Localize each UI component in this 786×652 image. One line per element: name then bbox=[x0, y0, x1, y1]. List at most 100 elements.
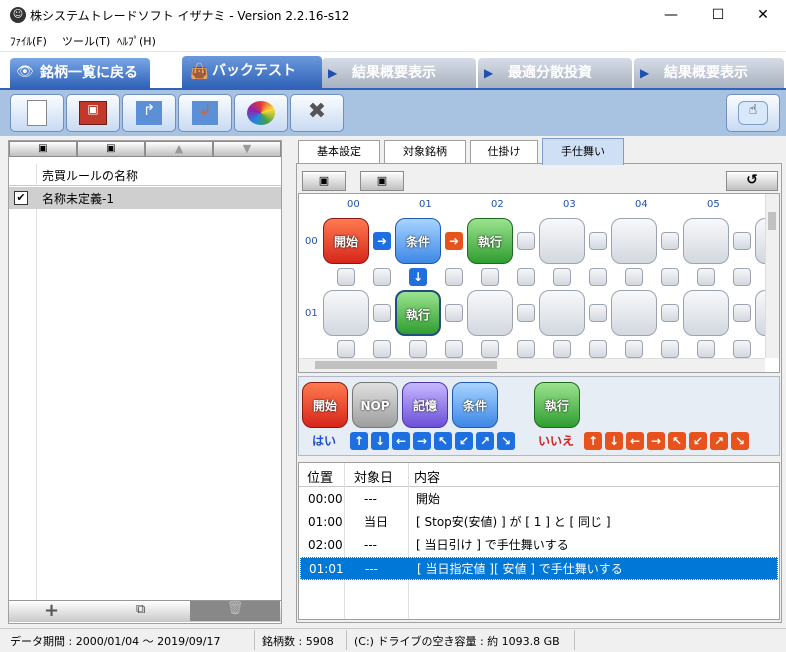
arrow-right-icon[interactable]: → bbox=[647, 432, 665, 450]
node-execute[interactable]: 執行 bbox=[467, 218, 513, 264]
grid-slot[interactable] bbox=[661, 232, 679, 250]
grid-slot[interactable] bbox=[467, 290, 513, 336]
palette-button[interactable] bbox=[234, 94, 288, 132]
grid-slot[interactable] bbox=[481, 340, 499, 358]
grid-slot[interactable] bbox=[611, 290, 657, 336]
tab-target-stocks[interactable]: 対象銘柄 bbox=[384, 140, 466, 164]
arrow-down-right-icon[interactable]: ↘ bbox=[731, 432, 749, 450]
grid-load-button[interactable]: ▣ bbox=[360, 171, 404, 191]
tab-optimal-allocation[interactable]: 最適分散投資 bbox=[478, 58, 632, 88]
arrow-left-icon[interactable]: ← bbox=[626, 432, 644, 450]
arrow-up-right-icon[interactable]: ↗ bbox=[476, 432, 494, 450]
grid-slot[interactable] bbox=[337, 340, 355, 358]
refresh-button[interactable]: ↺ bbox=[726, 171, 778, 191]
grid-slot[interactable] bbox=[683, 218, 729, 264]
grid-slot[interactable] bbox=[373, 340, 391, 358]
help-button[interactable]: ☝ bbox=[726, 94, 780, 132]
grid-slot[interactable] bbox=[481, 268, 499, 286]
table-row[interactable]: 01:00 当日 [ Stop安(安値) ] が [ 1 ] と [ 同じ ] bbox=[300, 511, 778, 534]
grid-slot[interactable] bbox=[589, 232, 607, 250]
grid-slot[interactable] bbox=[373, 304, 391, 322]
tools-button[interactable]: ✖ bbox=[290, 94, 344, 132]
grid-slot[interactable] bbox=[661, 268, 679, 286]
grid-slot[interactable] bbox=[589, 268, 607, 286]
palette-start[interactable]: 開始 bbox=[302, 382, 348, 428]
new-button[interactable] bbox=[10, 94, 64, 132]
grid-slot[interactable] bbox=[683, 290, 729, 336]
flow-grid[interactable]: 00 01 02 03 04 05 00 01 開始 ➜ 条件 ➜ 執行 ↓ 執… bbox=[298, 193, 780, 373]
arrow-up-right-icon[interactable]: ↗ bbox=[710, 432, 728, 450]
grid-slot[interactable] bbox=[697, 268, 715, 286]
scroll-thumb[interactable] bbox=[768, 212, 776, 230]
grid-slot[interactable] bbox=[589, 340, 607, 358]
grid-slot[interactable] bbox=[445, 268, 463, 286]
grid-slot[interactable] bbox=[733, 340, 751, 358]
maximize-button[interactable]: ☐ bbox=[695, 0, 741, 30]
menu-tools[interactable]: ツール(T) bbox=[62, 33, 110, 49]
grid-slot[interactable] bbox=[553, 340, 571, 358]
grid-slot[interactable] bbox=[323, 290, 369, 336]
close-button[interactable]: ✕ bbox=[740, 0, 786, 30]
arrow-down-left-icon[interactable]: ↙ bbox=[689, 432, 707, 450]
grid-slot[interactable] bbox=[661, 340, 679, 358]
arrow-up-left-icon[interactable]: ↖ bbox=[668, 432, 686, 450]
grid-save-button[interactable]: ▣ bbox=[302, 171, 346, 191]
grid-slot[interactable] bbox=[733, 304, 751, 322]
grid-slot[interactable] bbox=[539, 218, 585, 264]
grid-slot[interactable] bbox=[517, 268, 535, 286]
move-down-button[interactable]: ▼ bbox=[213, 141, 281, 157]
arrow-up-icon[interactable]: ↑ bbox=[584, 432, 602, 450]
grid-slot[interactable] bbox=[445, 304, 463, 322]
node-condition[interactable]: 条件 bbox=[395, 218, 441, 264]
rule-checkbox[interactable]: ✔ bbox=[14, 191, 28, 205]
scroll-thumb[interactable] bbox=[315, 361, 497, 369]
tab-result-summary[interactable]: 結果概要表示 bbox=[322, 58, 476, 88]
arrow-right-icon[interactable]: → bbox=[413, 432, 431, 450]
menu-file[interactable]: ﾌｧｲﾙ(F) bbox=[10, 33, 47, 49]
grid-slot[interactable] bbox=[553, 268, 571, 286]
grid-slot[interactable] bbox=[611, 218, 657, 264]
grid-slot[interactable] bbox=[337, 268, 355, 286]
menu-help[interactable]: ﾍﾙﾌﾟ(H) bbox=[117, 33, 156, 49]
grid-slot[interactable] bbox=[409, 340, 427, 358]
copy-rule-button[interactable]: ⧉ bbox=[136, 602, 145, 617]
grid-slot[interactable] bbox=[661, 304, 679, 322]
arrow-down-right-icon[interactable]: ↘ bbox=[497, 432, 515, 450]
minimize-button[interactable]: — bbox=[648, 0, 694, 30]
tab-exit[interactable]: 手仕舞い bbox=[542, 138, 624, 165]
tab-basic-settings[interactable]: 基本設定 bbox=[298, 140, 380, 164]
arrow-down-icon[interactable]: ↓ bbox=[371, 432, 389, 450]
node-execute-selected[interactable]: 執行 bbox=[395, 290, 441, 336]
tab-entry[interactable]: 仕掛け bbox=[470, 140, 538, 164]
grid-slot[interactable] bbox=[589, 304, 607, 322]
delete-rule-button[interactable]: 🗑 bbox=[190, 601, 280, 621]
grid-slot[interactable] bbox=[625, 340, 643, 358]
grid-slot[interactable] bbox=[373, 268, 391, 286]
table-row[interactable]: 00:00 --- 開始 bbox=[300, 488, 778, 511]
palette-execute[interactable]: 執行 bbox=[534, 382, 580, 428]
grid-slot[interactable] bbox=[445, 340, 463, 358]
arrow-down-left-icon[interactable]: ↙ bbox=[455, 432, 473, 450]
open-button[interactable]: ▣ bbox=[66, 94, 120, 132]
grid-slot[interactable] bbox=[517, 304, 535, 322]
grid-slot[interactable] bbox=[517, 340, 535, 358]
tab-result-summary-2[interactable]: 結果概要表示 bbox=[634, 58, 784, 88]
grid-slot[interactable] bbox=[625, 268, 643, 286]
grid-slot[interactable] bbox=[733, 268, 751, 286]
table-row[interactable]: 02:00 --- [ 当日引け ] で手仕舞いする bbox=[300, 534, 778, 557]
save-as-button[interactable]: ▣ bbox=[77, 141, 145, 157]
save-button[interactable]: ▣ bbox=[9, 141, 77, 157]
palette-condition[interactable]: 条件 bbox=[452, 382, 498, 428]
move-up-button[interactable]: ▲ bbox=[145, 141, 213, 157]
grid-slot[interactable] bbox=[733, 232, 751, 250]
export-button[interactable]: ↱ bbox=[122, 94, 176, 132]
node-start[interactable]: 開始 bbox=[323, 218, 369, 264]
arrow-left-icon[interactable]: ← bbox=[392, 432, 410, 450]
arrow-down-icon[interactable]: ↓ bbox=[605, 432, 623, 450]
arrow-up-left-icon[interactable]: ↖ bbox=[434, 432, 452, 450]
import-button[interactable]: ↲ bbox=[178, 94, 232, 132]
grid-slot[interactable] bbox=[517, 232, 535, 250]
table-row-selected[interactable]: 01:01 --- [ 当日指定値 ][ 安値 ] で手仕舞いする bbox=[300, 557, 778, 580]
palette-memory[interactable]: 記憶 bbox=[402, 382, 448, 428]
palette-nop[interactable]: NOP bbox=[352, 382, 398, 428]
